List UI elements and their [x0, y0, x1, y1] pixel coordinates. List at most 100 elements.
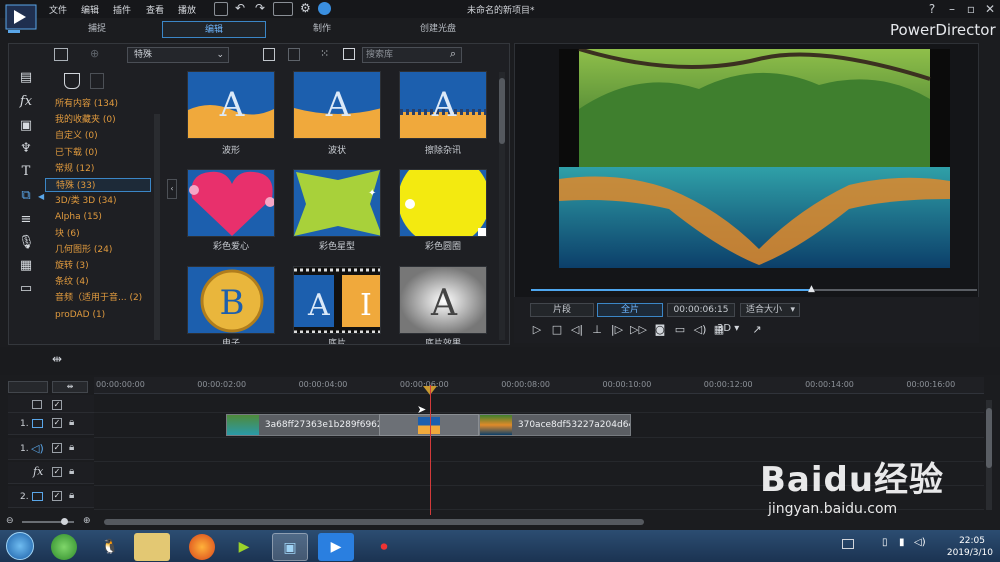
taskbar-qq-icon[interactable]: 🐧 — [92, 533, 128, 561]
library-search-input[interactable]: 搜索库 ⌕ — [362, 47, 462, 63]
thumb-color-heart[interactable] — [187, 169, 275, 237]
tray-volume-icon[interactable]: ◁) — [914, 537, 926, 548]
remove-transition-icon[interactable] — [90, 73, 104, 89]
video-clip-2[interactable]: 370ace8df53227a204d64c7 — [479, 414, 631, 436]
pip-room-icon[interactable]: ▣ — [18, 118, 34, 134]
menu-play[interactable]: 播放 — [178, 3, 196, 16]
menu-plugins[interactable]: 插件 — [113, 3, 131, 16]
thumb-color-circle[interactable] — [399, 169, 487, 237]
zoom-in-icon[interactable]: ⊕ — [83, 516, 91, 526]
menu-view[interactable]: 查看 — [146, 3, 164, 16]
audio-mixing-room-icon[interactable]: ≡ — [18, 212, 34, 228]
thumb-film-effect[interactable]: A — [399, 266, 487, 334]
add-to-track-icon[interactable] — [263, 48, 275, 61]
category-scrollbar[interactable] — [154, 114, 160, 340]
save-icon[interactable] — [214, 2, 228, 16]
zoom-out-icon[interactable]: ⊖ — [6, 516, 14, 526]
movie-mode-tab[interactable]: 全片 — [597, 303, 663, 317]
tab-edit[interactable]: 编辑 — [162, 21, 266, 38]
zoom-slider-handle[interactable] — [61, 518, 68, 525]
master-track[interactable] — [94, 395, 984, 413]
category-item[interactable]: Alpha (15) — [55, 210, 102, 224]
effects-room-icon[interactable]: fx — [18, 94, 34, 110]
lock-icon[interactable]: 🔒︎ — [69, 442, 74, 453]
maximize-icon[interactable]: ▫ — [963, 1, 979, 17]
undock-preview-icon[interactable]: ↗ — [750, 323, 764, 337]
tab-create-disc[interactable]: 创建光盘 — [386, 21, 490, 38]
taskbar-player-icon[interactable]: ▶ — [318, 533, 354, 561]
thumb-film[interactable]: AI — [293, 266, 381, 334]
thumb-electronic[interactable]: B — [187, 266, 275, 334]
transition-clip[interactable] — [379, 414, 479, 436]
tab-capture[interactable]: 捕捉 — [45, 21, 149, 38]
fit-size-select[interactable]: 适合大小 ▾ — [740, 303, 800, 317]
timeline-horizontal-scrollbar[interactable] — [104, 519, 644, 525]
category-item[interactable]: 所有内容 (134) — [55, 97, 118, 111]
category-item[interactable]: proDAD (1) — [55, 308, 105, 322]
subtitle-room-icon[interactable]: ▭ — [18, 281, 34, 297]
voiceover-room-icon[interactable]: 🎙 — [18, 235, 35, 251]
close-icon[interactable]: ✕ — [982, 1, 998, 17]
track-enable-checkbox[interactable]: ✓ — [52, 418, 62, 428]
snapshot-icon[interactable]: ◙ — [653, 323, 667, 337]
category-item[interactable]: 已下载 (0) — [55, 146, 98, 160]
add-to-favorites-icon[interactable] — [288, 48, 300, 61]
menu-edit[interactable]: 编辑 — [81, 3, 99, 16]
taskbar-recorder-icon[interactable]: ⏺ — [366, 533, 402, 561]
transition-room-icon[interactable]: ⧉ — [18, 188, 34, 204]
preview-progress-handle[interactable]: ▲ — [808, 284, 815, 294]
chapter-room-icon[interactable]: ▦ — [18, 258, 34, 274]
track-enable-checkbox[interactable]: ✓ — [52, 491, 62, 501]
lock-icon[interactable]: 🔒︎ — [69, 490, 74, 501]
aspect-ratio-icon[interactable] — [273, 2, 293, 16]
taskbar-explorer-icon[interactable] — [134, 533, 170, 561]
import-icon[interactable] — [54, 48, 68, 61]
upgrade-icon[interactable] — [318, 2, 331, 15]
tray-keyboard-icon[interactable] — [842, 539, 854, 549]
track-enable-checkbox[interactable]: ✓ — [52, 467, 62, 477]
next-frame-icon[interactable]: |▷ — [610, 323, 624, 337]
lock-icon[interactable]: 🔒︎ — [69, 417, 74, 428]
track-enable-checkbox[interactable]: ✓ — [52, 443, 62, 453]
search-icon[interactable]: ⌕ — [450, 47, 456, 61]
thumb-wave[interactable]: A — [187, 71, 275, 139]
collapse-panel-icon[interactable]: ‹ — [167, 179, 177, 199]
subtitle-icon[interactable]: ▭ — [673, 323, 687, 337]
globe-icon[interactable]: ⊕ — [90, 47, 99, 60]
menu-file[interactable]: 文件 — [49, 3, 67, 16]
tray-device-icon[interactable]: ▯ — [882, 537, 888, 548]
add-custom-transition-icon[interactable] — [64, 73, 80, 89]
category-item[interactable]: 3D/类 3D (34) — [55, 194, 117, 208]
taskbar-video-app-icon[interactable]: ▶ — [226, 533, 262, 561]
category-select[interactable]: 特殊 ⌄ — [127, 47, 229, 63]
split-icon[interactable]: ⊥ — [590, 323, 604, 337]
lock-icon[interactable]: 🔒︎ — [69, 466, 74, 477]
category-item[interactable]: 条纹 (4) — [55, 275, 89, 289]
particle-room-icon[interactable]: ♆ — [18, 141, 34, 157]
taskbar-powerdirector-icon[interactable]: ▣ — [272, 533, 308, 561]
fast-forward-icon[interactable]: ▷▷ — [630, 323, 647, 337]
thumb-color-star[interactable]: ✦ — [293, 169, 381, 237]
grid-view-icon[interactable]: ⁙ — [320, 47, 329, 60]
track-manager-button[interactable] — [8, 381, 48, 393]
3d-mode-button[interactable]: 3D ▾ — [717, 323, 739, 334]
category-item[interactable]: 我的收藏夹 (0) — [55, 113, 116, 127]
minimize-icon[interactable]: – — [944, 1, 960, 17]
category-item[interactable]: 自定义 (0) — [55, 129, 98, 143]
fit-timeline-button[interactable]: ⇹ — [52, 381, 88, 393]
category-item[interactable]: 常规 (12) — [55, 162, 94, 176]
help-icon[interactable]: ? — [924, 1, 940, 17]
start-button[interactable] — [6, 532, 34, 560]
undo-icon[interactable]: ↶ — [235, 1, 245, 15]
thumb-noise-wipe[interactable]: A — [399, 71, 487, 139]
track-enable-checkbox[interactable]: ✓ — [52, 400, 62, 410]
taskbar-clock[interactable]: 22:05 2019/3/10 — [943, 535, 993, 559]
video-clip-1[interactable]: 3a68ff27363e1b289f696284 — [226, 414, 380, 436]
play-icon[interactable]: ▷ — [530, 323, 544, 337]
category-item[interactable]: 几何图形 (24) — [55, 243, 112, 257]
taskbar-360-icon[interactable] — [51, 534, 77, 560]
thumb-ripple[interactable]: A — [293, 71, 381, 139]
redo-icon[interactable]: ↷ — [255, 1, 265, 15]
expand-icon[interactable] — [343, 48, 355, 60]
taskbar-firefox-icon[interactable] — [189, 534, 215, 560]
